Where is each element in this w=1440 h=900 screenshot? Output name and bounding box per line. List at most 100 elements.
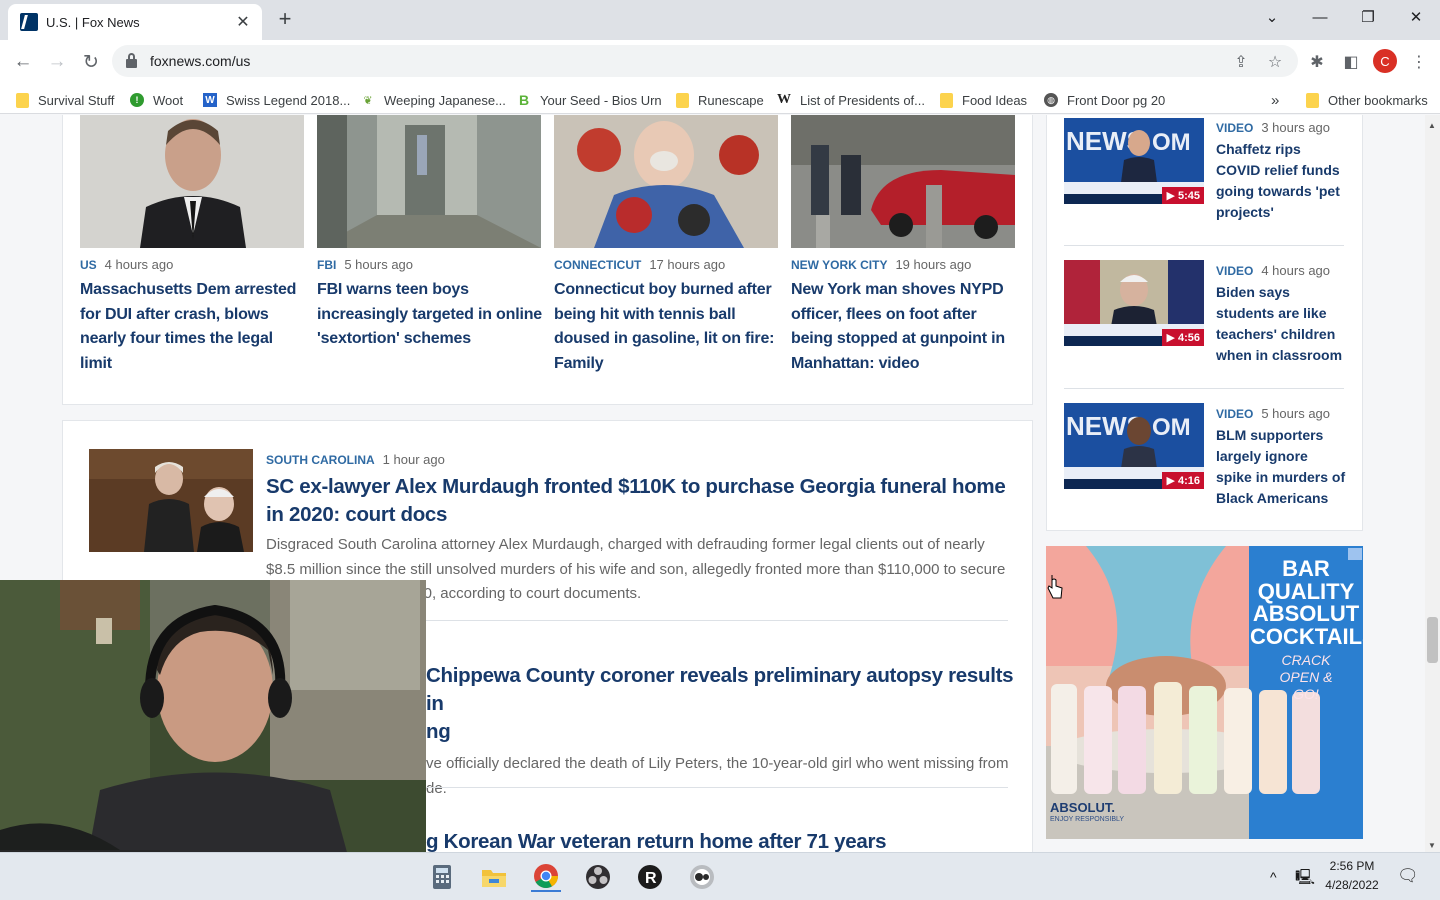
profile-avatar[interactable]: C (1373, 49, 1397, 73)
bookmark-label: List of Presidents of... (800, 92, 926, 108)
video-kicker[interactable]: VIDEO (1216, 407, 1253, 421)
bookmark-item[interactable]: Survival Stuff (16, 90, 114, 110)
courtroom-image (89, 449, 253, 552)
bookmark-item[interactable]: ❦ Weeping Japanese... (361, 90, 506, 110)
back-button[interactable]: ← (11, 50, 35, 74)
url-text[interactable]: foxnews.com/us (150, 53, 250, 69)
burned-boy-image (554, 115, 778, 248)
bookmark-star-icon[interactable]: ☆ (1263, 50, 1287, 74)
divider (1064, 388, 1344, 389)
video-kicker[interactable]: VIDEO (1216, 264, 1253, 278)
video-story: VIDEO 3 hours ago Chaffetz rips COVID rel… (1216, 120, 1346, 223)
story-headline[interactable]: g Korean War veteran return home after 7… (426, 828, 1026, 852)
obs-icon[interactable] (583, 862, 613, 892)
story-time: 3 hours ago (1261, 120, 1331, 135)
steam-icon[interactable] (687, 862, 717, 892)
restore-button[interactable]: ❐ (1344, 0, 1392, 34)
story-kicker[interactable]: SOUTH CAROLINA (266, 453, 375, 467)
story-image[interactable] (80, 115, 304, 248)
bookmark-item[interactable]: ! Woot (130, 90, 183, 110)
story-meta: CONNECTICUT 17 hours ago (554, 257, 780, 272)
bookmark-label: Your Seed - Bios Urn (540, 92, 662, 108)
headline-line[interactable]: ng (426, 720, 451, 743)
story-time: 5 hours ago (344, 257, 414, 272)
scrollbar-thumb[interactable] (1427, 617, 1438, 663)
story-time: 1 hour ago (382, 452, 445, 467)
side-panel-icon[interactable]: ◧ (1339, 50, 1363, 74)
bookmark-label: Survival Stuff (38, 92, 115, 108)
story-image[interactable] (317, 115, 541, 248)
fox-news-favicon-icon (20, 13, 38, 31)
other-bookmarks[interactable]: Other bookmarks (1306, 90, 1428, 110)
story-headline[interactable]: Massachusetts Dem arrested for DUI after… (80, 278, 306, 376)
bookmark-item[interactable]: W List of Presidents of... (777, 90, 925, 110)
page-scrollbar[interactable]: ▲ ▼ (1425, 115, 1440, 852)
address-bar[interactable]: foxnews.com/us (112, 45, 1298, 77)
bookmark-item[interactable]: ◍ Front Door pg 20 (1044, 90, 1165, 110)
video-headline[interactable]: BLM supporters largely ignore spike in m… (1216, 425, 1346, 509)
story-kicker[interactable]: US (80, 258, 97, 272)
clock[interactable]: 2:56 PM 4/28/2022 (1318, 857, 1386, 895)
story-headline[interactable]: SC ex-lawyer Alex Murdaugh fronted $110K… (266, 473, 1006, 529)
story-image[interactable] (554, 115, 778, 248)
forward-button[interactable]: → (45, 50, 69, 74)
steam-glyph (690, 865, 714, 889)
menu-kebab-icon[interactable]: ⋮ (1407, 50, 1431, 74)
story-headline[interactable]: New York man shoves NYPD officer, flees … (791, 278, 1017, 376)
hallway-image (317, 115, 541, 248)
tab-search-icon[interactable]: ⌄ (1248, 0, 1296, 34)
ad-headline: BAR QUALITY ABSOLUT COCKTAILS CRACK OPEN… (1250, 557, 1363, 703)
duration-text: 4:16 (1177, 475, 1200, 487)
notifications-icon[interactable]: 🗨 (1397, 866, 1419, 886)
new-tab-button[interactable]: + (272, 8, 298, 32)
minimize-button[interactable]: — (1296, 0, 1344, 34)
ad-brand: ABSOLUT. (1050, 800, 1115, 815)
story-kicker[interactable]: NEW YORK CITY (791, 258, 887, 272)
extensions-icon[interactable]: ✱ (1305, 50, 1329, 74)
story-headline[interactable]: Chippewa County coroner reveals prelimin… (426, 662, 1026, 746)
reload-button[interactable]: ↻ (79, 50, 103, 74)
roblox-icon[interactable]: R (635, 862, 665, 892)
list-story: Chippewa County coroner reveals prelimin… (426, 662, 1026, 801)
clock-date: 4/28/2022 (1325, 878, 1379, 892)
video-thumbnail[interactable]: ▶ 4:56 (1064, 260, 1204, 346)
video-headline[interactable]: Biden says students are like teachers' c… (1216, 282, 1346, 366)
story-image[interactable] (791, 115, 1015, 248)
chrome-icon[interactable] (531, 862, 561, 892)
scroll-up-arrow-icon[interactable]: ▲ (1428, 121, 1436, 130)
video-thumbnail[interactable]: NEWS OM ▶ 4:16 (1064, 403, 1204, 489)
story-time: 4 hours ago (1261, 263, 1331, 278)
close-tab-icon[interactable]: ✕ (234, 12, 252, 32)
video-headline[interactable]: Chaffetz rips COVID relief funds going t… (1216, 139, 1346, 223)
scroll-down-arrow-icon[interactable]: ▼ (1428, 841, 1436, 850)
video-kicker[interactable]: VIDEO (1216, 121, 1253, 135)
calculator-icon[interactable] (427, 862, 457, 892)
network-icon[interactable]: 🖳 (1295, 867, 1315, 892)
story-headline[interactable]: Connecticut boy burned after being hit w… (554, 278, 780, 376)
bookmark-item[interactable]: Runescape (676, 90, 764, 110)
lock-icon[interactable] (126, 52, 137, 68)
duration-text: 4:56 (1177, 332, 1200, 344)
windows-taskbar: R ^ 🖳 2:56 PM 4/28/2022 🗨 (0, 852, 1440, 900)
share-icon[interactable]: ⇪ (1229, 50, 1253, 74)
bookmark-item[interactable]: Food Ideas (940, 90, 1027, 110)
file-explorer-icon[interactable] (479, 862, 509, 892)
leaf-icon: ❦ (363, 94, 373, 107)
browser-tab[interactable]: U.S. | Fox News ✕ (8, 4, 262, 40)
bookmarks-overflow-button[interactable]: » (1271, 90, 1279, 110)
story-image[interactable] (89, 449, 253, 552)
headline-line[interactable]: Chippewa County coroner reveals prelimin… (426, 664, 1014, 715)
chrome-glyph (534, 864, 558, 889)
story-headline[interactable]: FBI warns teen boys increasingly targete… (317, 278, 543, 352)
bookmark-item[interactable]: B Your Seed - Bios Urn (517, 90, 662, 110)
woot-icon: ! (130, 93, 144, 107)
story-kicker[interactable]: CONNECTICUT (554, 258, 641, 272)
absolut-ad[interactable]: BAR QUALITY ABSOLUT COCKTAILS CRACK OPEN… (1046, 546, 1363, 839)
close-window-button[interactable]: ✕ (1392, 0, 1440, 34)
bookmark-item[interactable]: W Swiss Legend 2018... (203, 90, 350, 110)
roblox-glyph: R (638, 865, 662, 889)
story-kicker[interactable]: FBI (317, 258, 336, 272)
video-thumbnail[interactable]: NEWS OM ▶ 5:45 (1064, 118, 1204, 204)
clock-time: 2:56 PM (1329, 859, 1375, 873)
tray-chevron-up-icon[interactable]: ^ (1270, 869, 1277, 885)
